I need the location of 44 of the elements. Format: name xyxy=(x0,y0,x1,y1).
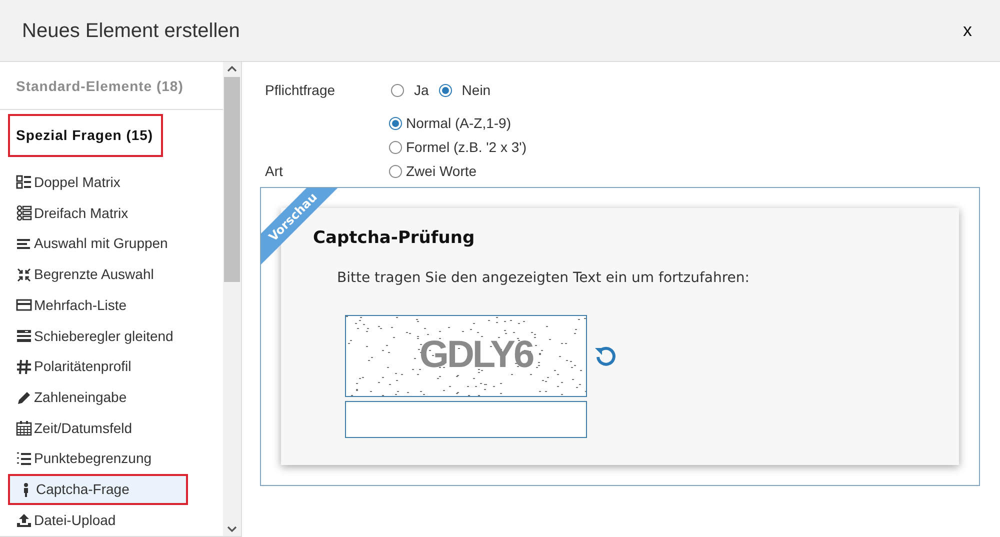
element-type-item[interactable]: Dreifach Matrix xyxy=(8,198,209,228)
field-label: Art xyxy=(265,162,284,181)
compress-icon xyxy=(16,266,32,283)
card-icon xyxy=(16,297,32,314)
radio-option[interactable]: Ja xyxy=(391,80,429,101)
field-label: Pflichtfrage xyxy=(265,81,336,100)
radio-option[interactable]: Normal (A-Z,1-9) xyxy=(389,113,526,134)
list-icon xyxy=(16,450,32,467)
grid-icon xyxy=(16,174,32,190)
scroll-down-icon[interactable] xyxy=(227,525,237,533)
element-type-item[interactable]: Mehrfach-Liste xyxy=(8,290,209,321)
element-type-item[interactable]: Polaritätenprofil xyxy=(8,351,209,382)
hash-icon xyxy=(16,358,32,375)
category-header[interactable]: Spezial Fragen (15) xyxy=(8,114,164,157)
element-type-item[interactable]: Punktebegrenzung xyxy=(8,444,209,474)
radio-option[interactable]: Nein xyxy=(438,80,491,101)
captcha-input-field[interactable] xyxy=(345,400,587,438)
element-type-item[interactable]: Zeit/Datumsfeld xyxy=(8,412,209,444)
close-button[interactable]: x xyxy=(959,17,976,44)
radio-button[interactable] xyxy=(389,117,402,130)
instruction-text: Bitte tragen Sie den angezeigten Text ein um fortzufahren: xyxy=(337,268,751,288)
radio-button[interactable] xyxy=(389,165,402,178)
element-type-item[interactable]: Zahleneingabe xyxy=(8,382,209,413)
radio-button[interactable] xyxy=(389,141,402,154)
calendar-icon xyxy=(16,420,32,436)
dialog-title: Neues Element erstellen xyxy=(22,18,240,44)
scroll-up-icon[interactable] xyxy=(227,65,237,73)
element-type-item[interactable]: Begrenzte Auswahl xyxy=(8,259,209,290)
grid-icon xyxy=(16,205,32,222)
radio-button[interactable] xyxy=(438,84,452,97)
radio-button[interactable] xyxy=(391,84,404,97)
radio-option[interactable]: Zwei Worte xyxy=(389,161,526,182)
upload-icon xyxy=(16,512,32,529)
element-type-item[interactable]: Doppel Matrix xyxy=(8,167,209,198)
scrollbar[interactable] xyxy=(223,62,241,536)
radio-option[interactable]: Formel (z.B. '2 x 3') xyxy=(389,137,526,158)
element-type-item[interactable]: Auswahl mit Gruppen xyxy=(8,228,209,260)
captcha-image: GDLY6 xyxy=(345,314,587,396)
pencil-icon xyxy=(16,390,32,406)
element-type-item[interactable]: Captcha-Frage xyxy=(8,474,188,506)
sliders-icon xyxy=(16,328,32,344)
element-type-item[interactable]: Datei-Upload xyxy=(8,505,209,536)
element-type-item[interactable]: Schieberegler gleitend xyxy=(8,320,209,352)
scrollbar-thumb[interactable] xyxy=(224,77,240,282)
